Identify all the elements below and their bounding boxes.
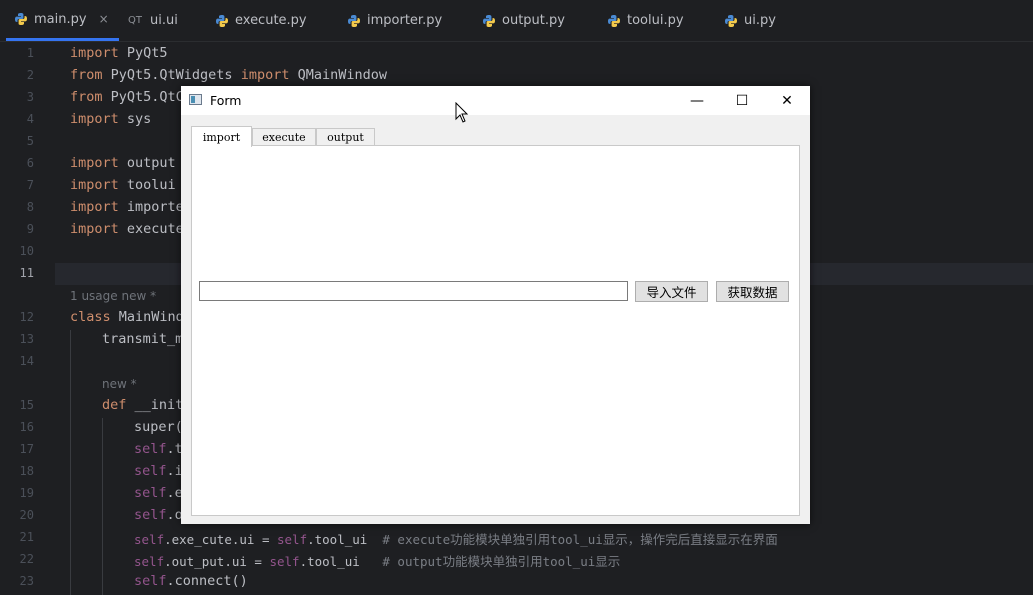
close-button[interactable]: ✕ — [764, 86, 810, 115]
code-line[interactable]: self.o — [134, 507, 183, 523]
python-icon — [14, 12, 28, 26]
new-hint[interactable]: new * — [102, 377, 137, 391]
indent-guide — [70, 330, 71, 595]
mouse-cursor-icon — [455, 102, 469, 123]
line-number: 14 — [19, 354, 34, 368]
code-line[interactable]: self.e — [134, 485, 183, 501]
code-line[interactable]: self.exe_cute.ui = self.tool_ui # execut… — [134, 529, 778, 548]
tab-label: toolui.py — [627, 13, 684, 28]
tab-label: main.py — [34, 11, 87, 27]
line-number: 19 — [19, 486, 34, 500]
line-number: 12 — [19, 310, 34, 324]
code-line[interactable]: def __init — [102, 397, 183, 413]
line-number: 15 — [19, 398, 34, 412]
import-file-button[interactable]: 导入文件 — [635, 281, 708, 302]
tab-output[interactable]: output — [316, 128, 375, 146]
tab-label: output.py — [502, 13, 565, 28]
editor-tab-bar: main.py × QT ui.ui execute.py importer.p… — [0, 0, 1033, 42]
line-number: 10 — [19, 244, 34, 258]
tab-execute[interactable]: execute — [252, 128, 316, 146]
python-icon — [347, 14, 361, 28]
file-path-input[interactable] — [199, 281, 628, 301]
usage-hint[interactable]: 1 usage new * — [70, 289, 156, 303]
tab-main-py[interactable]: main.py × — [6, 0, 119, 41]
code-line[interactable]: import importe — [70, 199, 184, 215]
line-number: 13 — [19, 332, 34, 346]
form-window: Form — ☐ ✕ import execute output 导入文件 获取… — [181, 86, 810, 524]
code-line[interactable]: self.t — [134, 441, 183, 457]
tab-execute-py[interactable]: execute.py — [215, 0, 307, 41]
code-line[interactable]: super( — [134, 419, 183, 435]
line-number: 5 — [26, 134, 34, 148]
import-tab-panel: 导入文件 获取数据 — [191, 145, 800, 516]
tab-ui-ui[interactable]: QT ui.ui — [128, 0, 178, 41]
tab-ui-py[interactable]: ui.py — [724, 0, 776, 41]
line-number: 6 — [26, 156, 34, 170]
code-line[interactable]: import output — [70, 155, 176, 171]
code-line[interactable]: self.connect() — [134, 573, 248, 589]
tab-import[interactable]: import — [191, 126, 252, 147]
tab-label: execute.py — [235, 13, 307, 28]
window-app-icon — [189, 94, 202, 105]
tab-label: ui.py — [744, 13, 776, 28]
python-icon — [724, 14, 738, 28]
code-line[interactable]: import sys — [70, 111, 151, 127]
code-line[interactable]: transmit_m — [102, 331, 183, 347]
line-number: 20 — [19, 508, 34, 522]
close-tab-icon[interactable]: × — [99, 12, 109, 26]
tab-importer-py[interactable]: importer.py — [347, 0, 442, 41]
window-titlebar[interactable]: Form — ☐ ✕ — [181, 86, 810, 115]
line-number: 21 — [19, 530, 34, 544]
line-number: 3 — [26, 90, 34, 104]
line-number: 9 — [26, 222, 34, 236]
code-line[interactable]: import execute — [70, 221, 184, 237]
code-line[interactable]: import PyQt5 — [70, 45, 168, 61]
code-line[interactable]: from PyQt5.QtWidgets import QMainWindow — [70, 67, 387, 83]
python-icon — [607, 14, 621, 28]
line-number: 8 — [26, 200, 34, 214]
tab-output-py[interactable]: output.py — [482, 0, 565, 41]
line-number: 4 — [26, 112, 34, 126]
code-line[interactable]: from PyQt5.QtC — [70, 89, 184, 105]
indent-guide — [102, 418, 103, 595]
tab-label: ui.ui — [149, 13, 178, 28]
python-icon — [482, 14, 496, 28]
line-number: 22 — [19, 552, 34, 566]
code-line[interactable]: self.out_put.ui = self.tool_ui # output功… — [134, 551, 620, 570]
qt-icon: QT — [128, 15, 142, 26]
line-number: 11 — [19, 266, 34, 280]
line-number: 16 — [19, 420, 34, 434]
line-number: 1 — [26, 46, 34, 60]
code-line[interactable]: import toolui — [70, 177, 176, 193]
line-number: 2 — [26, 68, 34, 82]
line-number-gutter: 1 2 3 4 5 6 7 8 9 10 11 12 13 14 15 16 1… — [0, 42, 55, 595]
fetch-data-button[interactable]: 获取数据 — [716, 281, 789, 302]
code-line[interactable]: self.i — [134, 463, 183, 479]
maximize-button[interactable]: ☐ — [719, 86, 765, 115]
code-line[interactable]: class MainWind — [70, 309, 184, 325]
line-number: 23 — [19, 574, 34, 588]
line-number: 17 — [19, 442, 34, 456]
window-title: Form — [210, 93, 242, 108]
line-number: 7 — [26, 178, 34, 192]
tab-toolui-py[interactable]: toolui.py — [607, 0, 684, 41]
python-icon — [215, 14, 229, 28]
line-number: 18 — [19, 464, 34, 478]
minimize-button[interactable]: — — [674, 86, 720, 115]
tab-label: importer.py — [367, 13, 443, 28]
